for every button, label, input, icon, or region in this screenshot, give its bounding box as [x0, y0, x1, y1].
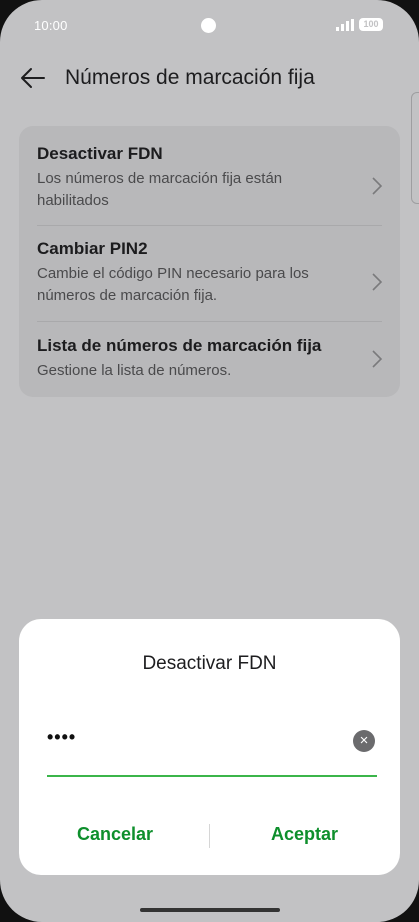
- settings-card: Desactivar FDN Los números de marcación …: [19, 126, 400, 397]
- battery-icon: 100: [359, 18, 383, 31]
- app-bar: Números de marcación fija: [0, 58, 419, 98]
- dialog-title: Desactivar FDN: [142, 653, 277, 674]
- input-underline: [47, 775, 377, 777]
- chevron-right-icon: [372, 177, 383, 195]
- list-item-lista-numeros[interactable]: Lista de números de marcación fija Gesti…: [37, 336, 383, 382]
- page-title: Números de marcación fija: [65, 66, 315, 89]
- item-title: Cambiar PIN2: [37, 239, 148, 258]
- home-indicator[interactable]: [140, 908, 280, 912]
- pin-dialog: Desactivar FDN •••• × Cancelar Aceptar: [19, 619, 400, 875]
- chevron-right-icon: [372, 350, 383, 368]
- back-arrow-icon[interactable]: [19, 64, 47, 92]
- pin-input[interactable]: ••••: [47, 727, 76, 748]
- button-separator: [209, 824, 210, 848]
- item-subtitle: Cambie el código PIN necesario para los …: [37, 265, 309, 304]
- item-subtitle: Gestione la lista de números.: [37, 362, 232, 379]
- item-title: Lista de números de marcación fija: [37, 336, 322, 355]
- divider: [37, 321, 382, 322]
- item-title: Desactivar FDN: [37, 144, 163, 163]
- accept-button[interactable]: Aceptar: [271, 824, 338, 845]
- chevron-right-icon: [372, 273, 383, 291]
- cancel-button[interactable]: Cancelar: [77, 824, 153, 845]
- camera-cutout: [201, 18, 216, 33]
- item-subtitle: Los números de marcación fija están habi…: [37, 170, 283, 209]
- scroll-indicator: [411, 92, 419, 204]
- status-time: 10:00: [34, 18, 68, 33]
- list-item-desactivar-fdn[interactable]: Desactivar FDN Los números de marcación …: [37, 144, 383, 212]
- divider: [37, 225, 382, 226]
- phone-screen: 10:00 100 Números de marcación fija Desa…: [0, 0, 419, 922]
- signal-icon: [336, 19, 354, 31]
- status-bar: 10:00 100: [0, 0, 419, 52]
- clear-icon[interactable]: ×: [353, 730, 375, 752]
- list-item-cambiar-pin2[interactable]: Cambiar PIN2 Cambie el código PIN necesa…: [37, 239, 383, 307]
